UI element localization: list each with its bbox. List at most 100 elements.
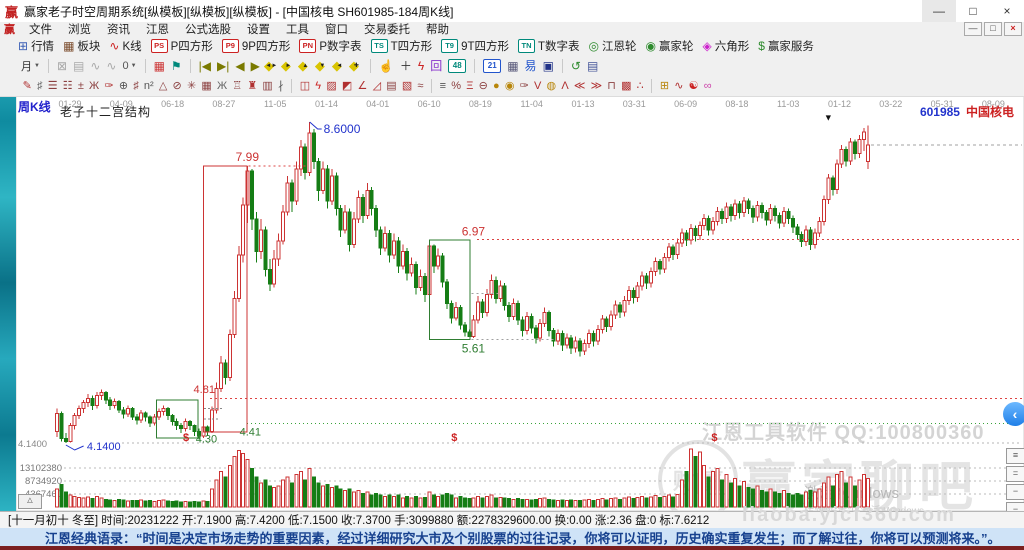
trend-gray-1-icon[interactable]: ∿ xyxy=(90,57,100,75)
drawing-tool-icon-40[interactable]: ≪ xyxy=(574,77,586,95)
prev-bar-icon[interactable]: ◀ xyxy=(235,57,244,75)
menu-item-工具[interactable]: 工具 xyxy=(278,21,317,37)
close-view-icon[interactable]: ⊠ xyxy=(57,57,67,75)
down-diamond-icon[interactable]: ◆ ▼ xyxy=(315,58,330,74)
next-bar-icon[interactable]: ▶ xyxy=(251,57,260,75)
hand-tool-icon[interactable]: ☝ xyxy=(379,57,394,75)
drawing-tool-icon-10[interactable]: △ xyxy=(159,77,167,95)
drawing-tool-icon-48[interactable]: ☯ xyxy=(689,77,699,95)
mdi-restore-button[interactable]: □ xyxy=(984,22,1002,36)
drawing-tool-icon-2[interactable]: ☰ xyxy=(48,77,58,95)
drawing-tool-icon-17[interactable]: ▥ xyxy=(262,77,272,95)
menu-item-公式选股[interactable]: 公式选股 xyxy=(177,21,239,37)
first-bar-icon[interactable]: |◀ xyxy=(199,57,211,75)
drawing-tool-icon-12[interactable]: ✳ xyxy=(187,77,196,95)
toolbar-button-kline[interactable]: ∿ K线 xyxy=(109,38,141,54)
export-icon[interactable]: ▤ xyxy=(587,57,598,75)
drawing-tool-icon-43[interactable]: ▩ xyxy=(621,77,631,95)
last-bar-icon[interactable]: ▶| xyxy=(217,57,229,75)
drawing-tool-icon-31[interactable]: % xyxy=(451,77,461,95)
drawing-tool-icon-14[interactable]: Ж xyxy=(217,77,227,95)
drawing-tool-icon-47[interactable]: ∿ xyxy=(674,77,683,95)
toolbar-button-winner-service[interactable]: $ 赢家服务 xyxy=(758,38,814,54)
drawing-tool-icon-13[interactable]: ▦ xyxy=(201,77,211,95)
zigzag-tool-icon[interactable]: ϟ xyxy=(418,57,424,75)
mdi-close-button[interactable]: × xyxy=(1004,22,1022,36)
drawing-tool-icon-44[interactable]: ∴ xyxy=(637,77,644,95)
period-selector-icon[interactable]: 月 ▼ xyxy=(21,58,40,74)
drawing-tool-icon-11[interactable]: ⊘ xyxy=(173,77,182,95)
drawing-tool-icon-23[interactable]: ◩ xyxy=(342,77,352,95)
drawing-tool-icon-16[interactable]: ♜ xyxy=(247,77,257,95)
drawing-tool-icon-30[interactable]: ≡ xyxy=(440,77,446,95)
chart-panel[interactable]: 江恩工具软件 QQ:100800360 财|赢 赢家聊吧 激活 Windows … xyxy=(16,96,1024,520)
volume-collapse-button[interactable]: △ xyxy=(18,494,42,509)
toolbar-button-p-number-table[interactable]: PN P数字表 xyxy=(299,38,362,54)
trend-gray-2-icon[interactable]: ∿ xyxy=(106,57,116,75)
toolbar-button-9p-square[interactable]: P9 9P四方形 xyxy=(221,38,290,54)
menu-item-浏览[interactable]: 浏览 xyxy=(60,21,99,37)
drawing-tool-icon-35[interactable]: ◉ xyxy=(505,77,515,95)
drawing-tool-icon-8[interactable]: ♯ xyxy=(133,77,139,95)
toolbar-button-winner-wheel[interactable]: ◉ 赢家轮 xyxy=(646,38,694,54)
drawing-tool-icon-28[interactable]: ≈ xyxy=(417,77,423,95)
yi-panel-icon[interactable]: 易 xyxy=(525,57,537,75)
drawing-tool-icon-5[interactable]: Ж xyxy=(89,77,99,95)
toolbar-button-quotes[interactable]: ⊞ 行情 xyxy=(18,38,54,54)
drawing-tool-icon-38[interactable]: ◍ xyxy=(547,77,557,95)
overlay-count-icon[interactable]: 0 ▼ xyxy=(122,60,136,72)
calculator-icon[interactable]: ▦ xyxy=(507,57,518,75)
grid-tool-icon[interactable]: ▦ xyxy=(154,57,165,75)
drawing-tool-icon-4[interactable]: ± xyxy=(78,77,84,95)
toolbar-button-9t-square[interactable]: T9 9T四方形 xyxy=(441,38,509,54)
sidebar-chevron-button[interactable]: ‹ xyxy=(1003,402,1024,426)
drawing-tool-icon-0[interactable]: ✎ xyxy=(23,77,32,95)
zoom-out-diamond-icon[interactable]: ◆ ◄► xyxy=(264,58,279,74)
drawing-tool-icon-39[interactable]: Λ xyxy=(561,77,568,95)
drawing-tool-icon-46[interactable]: ⊞ xyxy=(660,77,669,95)
pan-left-diamond-icon[interactable]: ◆ ◄ xyxy=(332,58,347,74)
menu-item-帮助[interactable]: 帮助 xyxy=(418,21,457,37)
toolbar-button-p-square[interactable]: PS P四方形 xyxy=(150,38,213,54)
drawing-tool-icon-42[interactable]: ⊓ xyxy=(607,77,616,95)
crosshair-tool-icon[interactable]: ＋ xyxy=(400,57,412,75)
drawing-tool-icon-36[interactable]: ✑ xyxy=(520,77,529,95)
menu-item-设置[interactable]: 设置 xyxy=(239,21,278,37)
drawing-tool-icon-20[interactable]: ◫ xyxy=(300,77,310,95)
drawing-tool-icon-27[interactable]: ▧ xyxy=(402,77,412,95)
drawing-tool-icon-26[interactable]: ▤ xyxy=(386,77,396,95)
drawing-tool-icon-9[interactable]: n² xyxy=(144,77,154,95)
pan-right-diamond-icon[interactable]: ◆ ► xyxy=(281,58,296,74)
toolbar-button-hexagon[interactable]: ◈ 六角形 xyxy=(703,38,750,54)
toolbar-button-sectors[interactable]: ▦ 板块 xyxy=(63,38,100,54)
refresh-data-icon[interactable]: ↺ xyxy=(571,57,581,75)
drawing-tool-icon-1[interactable]: ♯ xyxy=(37,77,43,95)
toolbar-button-t-square[interactable]: TS T四方形 xyxy=(370,38,432,54)
drawing-tool-icon-21[interactable]: ϟ xyxy=(315,77,321,95)
drawing-tool-icon-6[interactable]: ✑ xyxy=(104,77,113,95)
drawing-tool-icon-22[interactable]: ▨ xyxy=(326,77,336,95)
drawing-tool-icon-25[interactable]: ◿ xyxy=(373,77,381,95)
drawing-tool-icon-18[interactable]: ∤ xyxy=(278,77,284,95)
pane-split-button-3[interactable]: − xyxy=(1006,484,1024,500)
list-view-icon[interactable]: ▤ xyxy=(73,57,84,75)
flag-tool-icon[interactable]: ⚑ xyxy=(171,57,182,75)
up-diamond-icon[interactable]: ◆ ▲ xyxy=(298,58,313,74)
drawing-tool-icon-41[interactable]: ≫ xyxy=(591,77,603,95)
mdi-minimize-button[interactable]: — xyxy=(964,22,982,36)
pane-split-button-2[interactable]: = xyxy=(1006,466,1024,482)
drawing-tool-icon-7[interactable]: ⊕ xyxy=(119,77,128,95)
toolbar-button-gann-wheel[interactable]: ◎ 江恩轮 xyxy=(589,38,637,54)
drawing-tool-icon-37[interactable]: V xyxy=(534,77,541,95)
pane-split-button-1[interactable]: ≡ xyxy=(1006,448,1024,464)
window-tool-icon[interactable]: 回 xyxy=(430,57,442,75)
calendar-icon[interactable]: 21 xyxy=(483,59,502,73)
menu-item-江恩[interactable]: 江恩 xyxy=(138,21,177,37)
menu-item-文件[interactable]: 文件 xyxy=(21,21,60,37)
menu-item-窗口[interactable]: 窗口 xyxy=(317,21,356,37)
drawing-tool-icon-15[interactable]: ♖ xyxy=(232,77,242,95)
kline-chart[interactable]: 01-29 04-09 06-18 08-27 11-05 01-14 04-01 06-10… xyxy=(16,96,1024,511)
drawing-tool-icon-34[interactable]: ● xyxy=(493,77,500,95)
toolbar-button-t-number-table[interactable]: TN T数字表 xyxy=(518,38,580,54)
menu-item-资讯[interactable]: 资讯 xyxy=(99,21,138,37)
